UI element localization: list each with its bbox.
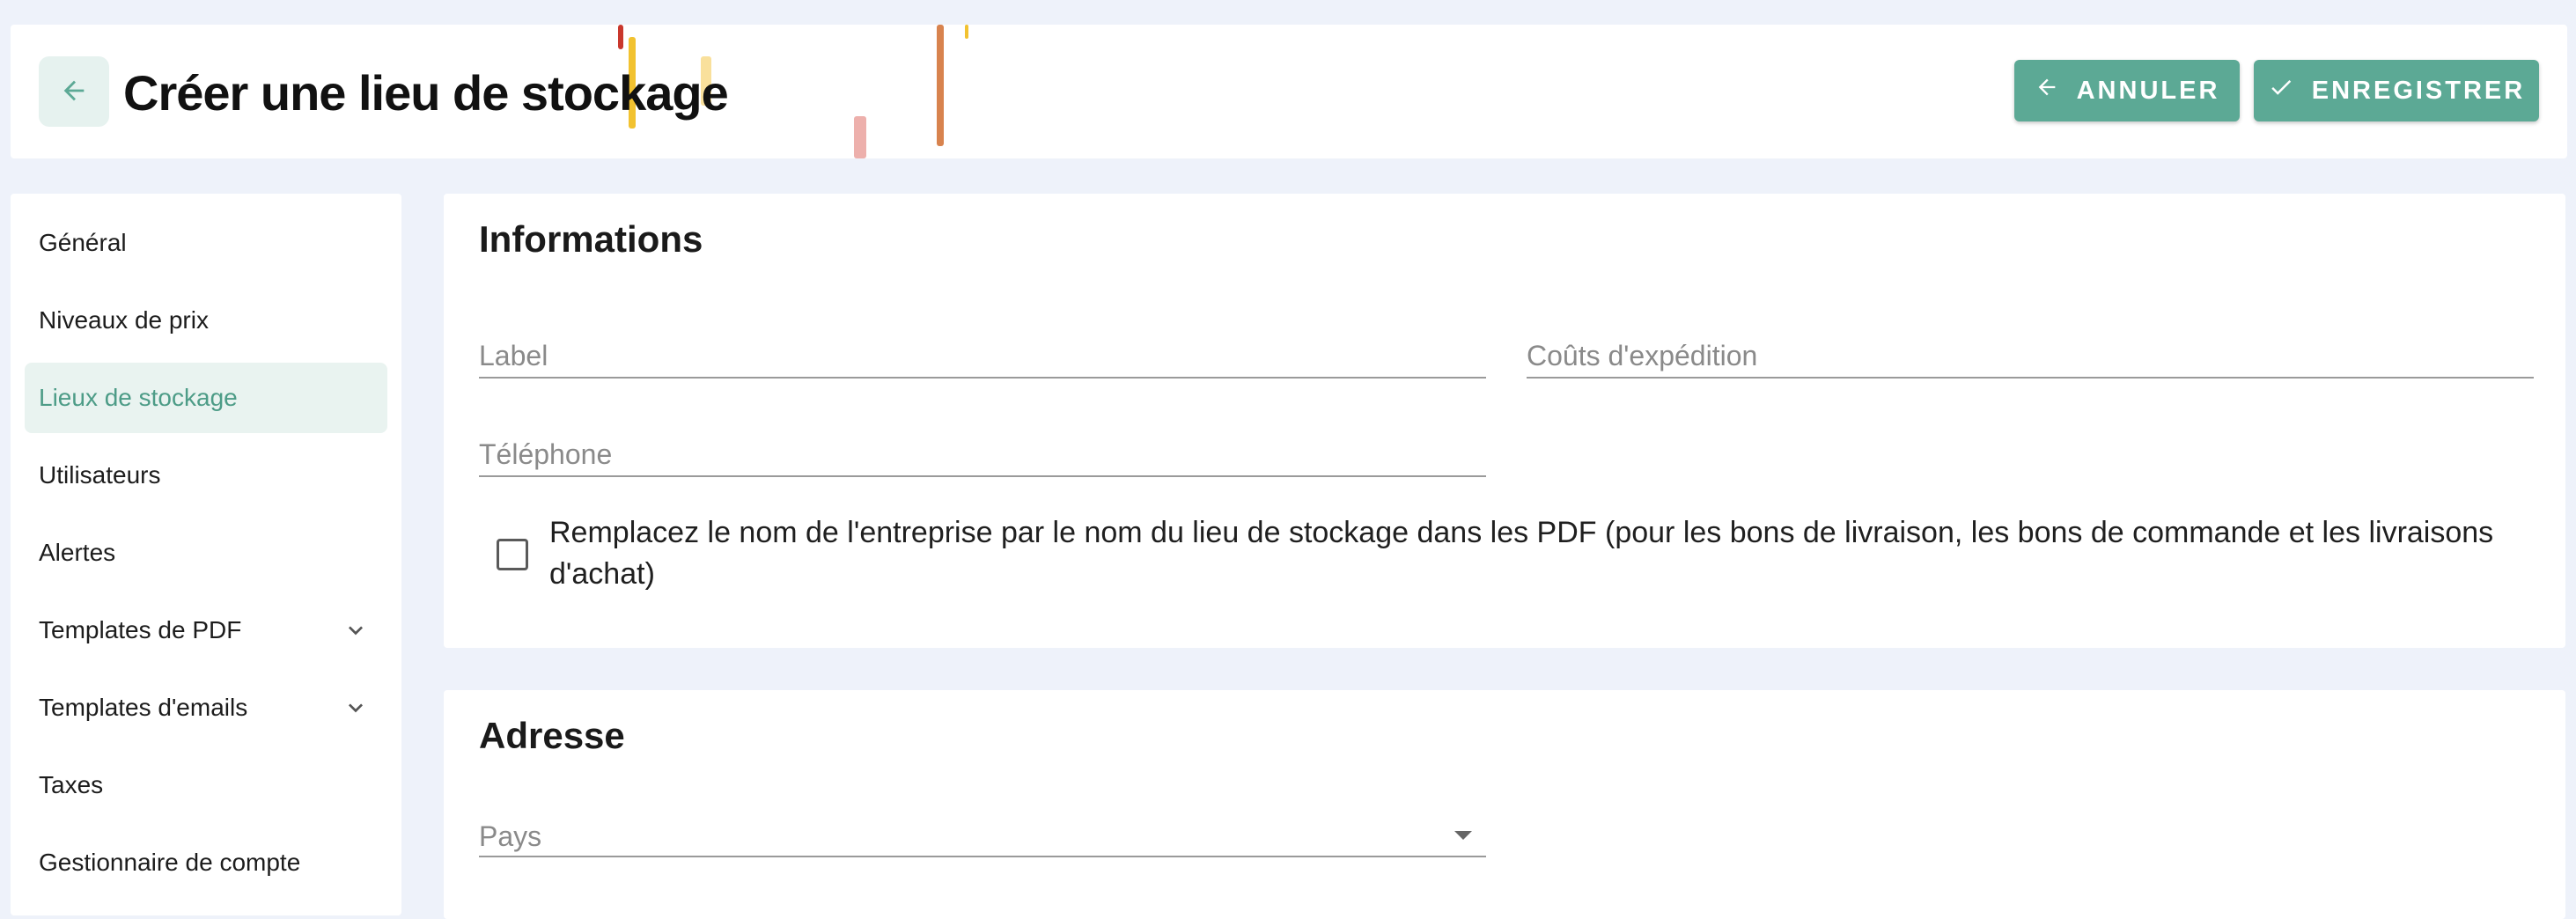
sidebar-item-general[interactable]: Général	[25, 208, 387, 278]
cancel-button-label: ANNULER	[2076, 76, 2220, 105]
decorative-line	[618, 25, 623, 49]
settings-sidebar: Général Niveaux de prix Lieux de stockag…	[11, 194, 401, 915]
label-input[interactable]	[479, 326, 1486, 377]
decorative-line	[937, 25, 944, 146]
sidebar-item-pdf-templates[interactable]: Templates de PDF	[25, 595, 387, 665]
decorative-line	[965, 25, 968, 39]
sidebar-item-price-levels[interactable]: Niveaux de prix	[25, 285, 387, 356]
sidebar-item-label: Gestionnaire de compte	[39, 849, 301, 876]
sidebar-item-alerts[interactable]: Alertes	[25, 518, 387, 588]
sidebar-item-label: Niveaux de prix	[39, 306, 209, 334]
sidebar-item-label: Templates de PDF	[39, 616, 242, 643]
back-button[interactable]	[39, 56, 109, 127]
address-card: Adresse Pays	[444, 690, 2565, 919]
check-icon	[2268, 74, 2294, 107]
sidebar-item-label: Templates d'emails	[39, 694, 248, 721]
informations-card: Informations Remplacez le nom de l'entre…	[444, 194, 2565, 648]
sidebar-item-label: Alertes	[39, 539, 116, 566]
sidebar-item-taxes[interactable]: Taxes	[25, 750, 387, 820]
chevron-down-icon	[342, 616, 370, 644]
country-placeholder: Pays	[479, 820, 542, 852]
dropdown-arrow-icon	[1454, 831, 1472, 840]
cancel-button[interactable]: ANNULER	[2014, 60, 2240, 121]
section-title: Adresse	[479, 715, 625, 756]
arrow-left-icon	[59, 76, 89, 108]
sidebar-item-label: Général	[39, 229, 127, 256]
sidebar-item-storage-locations[interactable]: Lieux de stockage	[25, 363, 387, 433]
sidebar-item-account-manager[interactable]: Gestionnaire de compte	[25, 827, 387, 898]
sidebar-item-email-templates[interactable]: Templates d'emails	[25, 673, 387, 743]
save-button[interactable]: ENREGISTRER	[2254, 60, 2539, 121]
checkbox-label: Remplacez le nom de l'entreprise par le …	[549, 516, 2494, 591]
sidebar-item-label: Taxes	[39, 771, 104, 798]
shipping-cost-input[interactable]	[1527, 326, 2534, 377]
page-title: Créer une lieu de stockage	[123, 65, 729, 121]
label-field	[479, 326, 1486, 379]
replace-company-name-checkbox[interactable]	[497, 539, 528, 570]
phone-input[interactable]	[479, 424, 1486, 475]
sidebar-item-label: Lieux de stockage	[39, 384, 238, 411]
arrow-left-icon	[2035, 75, 2059, 107]
top-bar: Créer une lieu de stockage ANNULER ENREG…	[11, 25, 2567, 158]
section-title: Informations	[479, 218, 703, 260]
country-select[interactable]: Pays	[479, 805, 1486, 857]
sidebar-item-label: Utilisateurs	[39, 461, 161, 489]
decorative-line	[854, 116, 866, 158]
sidebar-item-users[interactable]: Utilisateurs	[25, 440, 387, 511]
phone-field	[479, 424, 1486, 477]
save-button-label: ENREGISTRER	[2311, 76, 2526, 105]
chevron-down-icon	[342, 694, 370, 722]
shipping-cost-field	[1527, 326, 2534, 379]
